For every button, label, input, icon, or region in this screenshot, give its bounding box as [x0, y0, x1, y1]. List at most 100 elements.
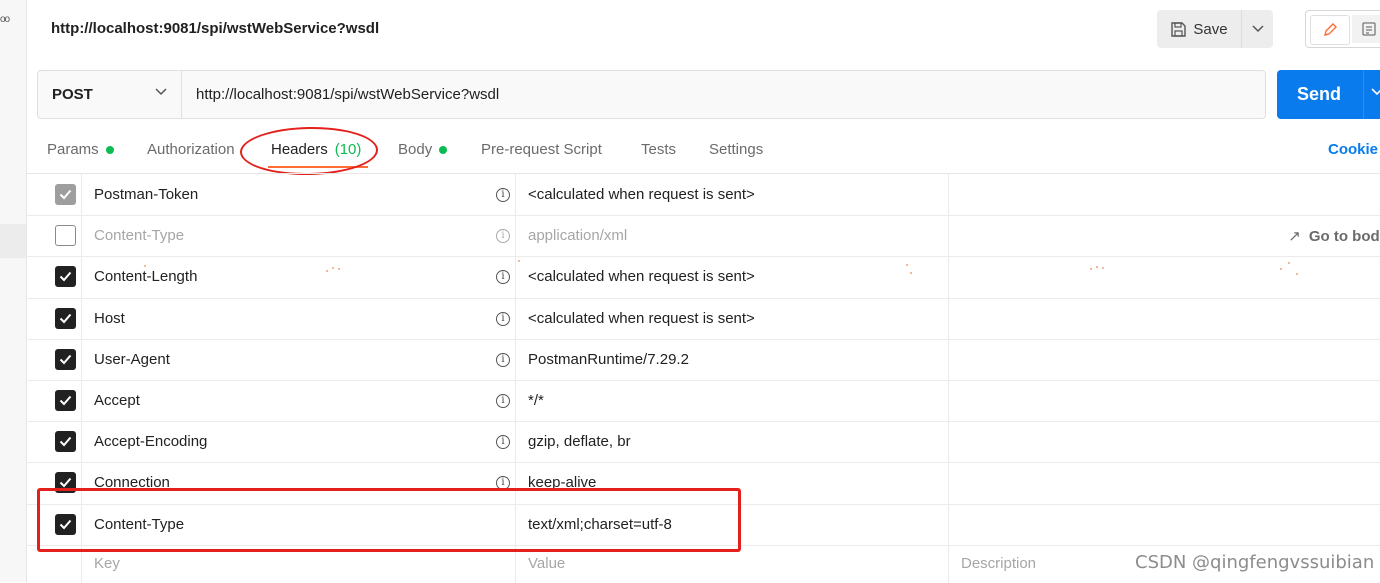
header-key-cell[interactable]: Postman-Token i	[82, 174, 516, 215]
check-icon	[59, 477, 72, 488]
status-dot	[439, 145, 448, 154]
value-placeholder: Value	[528, 555, 566, 572]
header-description-cell[interactable]: ↗ Go to body	[949, 215, 1380, 256]
row-checkbox-cell	[26, 215, 82, 256]
pencil-icon	[1324, 23, 1337, 36]
go-to-body-link[interactable]: ↗ Go to body	[1288, 227, 1380, 245]
tab-label: Body	[398, 141, 433, 158]
method-select[interactable]: POST	[38, 71, 182, 118]
header-value-cell[interactable]: <calculated when request is sent>	[516, 174, 949, 215]
header-key-cell[interactable]: User-Agent i	[82, 339, 516, 380]
header-enabled-checkbox[interactable]	[55, 431, 76, 452]
cookies-link[interactable]: Cookie	[1328, 141, 1378, 158]
header-enabled-checkbox[interactable]	[55, 390, 76, 411]
tab-label: Params	[47, 141, 99, 158]
arrow-up-right-icon: ↗	[1288, 228, 1301, 245]
info-icon[interactable]: i	[496, 353, 510, 367]
save-button[interactable]: Save	[1157, 10, 1241, 48]
url-input[interactable]: http://localhost:9081/spi/wstWebService?…	[196, 71, 499, 118]
header-key: Content-Type	[94, 227, 185, 244]
info-icon[interactable]: i	[496, 394, 510, 408]
tab-label: Authorization	[147, 141, 235, 158]
info-icon[interactable]: i	[496, 188, 510, 202]
header-description-cell[interactable]	[949, 298, 1380, 339]
header-value-cell[interactable]: PostmanRuntime/7.29.2	[516, 339, 949, 380]
send-label: Send	[1297, 84, 1342, 104]
header-value-cell[interactable]: gzip, deflate, br	[516, 421, 949, 462]
info-icon[interactable]: i	[496, 435, 510, 449]
sidebar-selected-item[interactable]	[0, 224, 26, 258]
row-checkbox-cell	[26, 256, 82, 298]
row-checkbox-cell	[26, 174, 82, 215]
chevron-down-icon[interactable]	[1371, 88, 1380, 96]
header-row: Content-Length i <calculated when request …	[26, 256, 1380, 299]
header-value: gzip, deflate, br	[528, 433, 631, 450]
document-icon	[1362, 22, 1376, 36]
header-key-cell[interactable]: Content-Type i	[82, 215, 516, 256]
header-description-cell[interactable]	[949, 380, 1380, 421]
tab-params[interactable]: Params	[47, 141, 114, 158]
header-description-cell[interactable]	[949, 174, 1380, 215]
header-enabled-checkbox[interactable]	[55, 308, 76, 329]
row-checkbox-cell	[26, 421, 82, 462]
header-value: <calculated when request is sent>	[528, 268, 755, 285]
tab-tests[interactable]: Tests	[641, 141, 676, 158]
artifact-speck	[332, 267, 334, 269]
tab-pre-request-script[interactable]: Pre-request Script	[481, 141, 602, 158]
header-value: application/xml	[528, 227, 628, 244]
header-key-cell[interactable]: Accept i	[82, 380, 516, 421]
artifact-speck	[1102, 267, 1104, 269]
info-icon[interactable]: i	[496, 270, 510, 284]
description-placeholder: Description	[961, 555, 1037, 572]
artifact-speck	[518, 260, 520, 262]
save-icon	[1171, 21, 1187, 37]
tab-body[interactable]: Body	[398, 141, 448, 158]
chevron-down-icon	[1251, 25, 1264, 33]
header-value-cell[interactable]: <calculated when request is sent>	[516, 298, 949, 339]
header-enabled-checkbox[interactable]	[55, 225, 76, 246]
header-key: Postman-Token	[94, 186, 199, 203]
header-key-cell[interactable]: Host i	[82, 298, 516, 339]
header-description-cell[interactable]	[949, 421, 1380, 462]
header-description-cell[interactable]	[949, 256, 1380, 298]
header-value: PostmanRuntime/7.29.2	[528, 351, 689, 368]
header-description-cell[interactable]	[949, 504, 1380, 545]
info-icon[interactable]: i	[496, 312, 510, 326]
send-button[interactable]: Send	[1277, 70, 1380, 119]
tab-label: Tests	[641, 141, 677, 158]
info-icon[interactable]: i	[496, 229, 510, 243]
tab-settings[interactable]: Settings	[709, 141, 763, 158]
header-enabled-checkbox[interactable]	[55, 349, 76, 370]
header-key: Host	[94, 310, 125, 327]
artifact-speck	[326, 270, 328, 272]
header-value: <calculated when request is sent>	[528, 310, 755, 327]
chevron-down-icon	[155, 88, 167, 96]
header-enabled-checkbox[interactable]	[55, 184, 76, 205]
go-to-body-label: Go to body	[1308, 228, 1380, 245]
edit-mode-button[interactable]	[1310, 15, 1350, 45]
header-key-cell[interactable]: Content-Length i	[82, 256, 516, 298]
header-enabled-checkbox[interactable]	[55, 266, 76, 287]
watermark: CSDN @qingfengvssuibian	[1135, 552, 1375, 573]
header-value-cell[interactable]: <calculated when request is sent>	[516, 256, 949, 298]
request-title[interactable]: http://localhost:9081/spi/wstWebService?…	[51, 20, 379, 37]
save-dropdown-button[interactable]	[1242, 10, 1273, 48]
artifact-speck	[1090, 268, 1092, 270]
documentation-mode-button[interactable]	[1352, 15, 1380, 43]
header-description-cell[interactable]	[949, 339, 1380, 380]
row-checkbox-cell	[26, 339, 82, 380]
sidebar-strip: oo	[0, 0, 27, 582]
header-row: Accept-Encoding i gzip, deflate, br	[26, 421, 1380, 463]
row-checkbox-cell	[26, 298, 82, 339]
header-key-cell[interactable]: Accept-Encoding i	[82, 421, 516, 462]
header-value-cell[interactable]: */*	[516, 380, 949, 421]
method-label: POST	[52, 86, 93, 103]
annotation-rectangle	[37, 488, 741, 552]
artifact-speck	[1280, 268, 1282, 270]
artifact-speck	[910, 272, 912, 274]
tab-authorization[interactable]: Authorization	[147, 141, 235, 158]
header-row: Postman-Token i <calculated when request i…	[26, 174, 1380, 216]
header-value-cell[interactable]: application/xml	[516, 215, 949, 256]
header-key: Content-Length	[94, 268, 198, 285]
header-description-cell[interactable]	[949, 462, 1380, 504]
